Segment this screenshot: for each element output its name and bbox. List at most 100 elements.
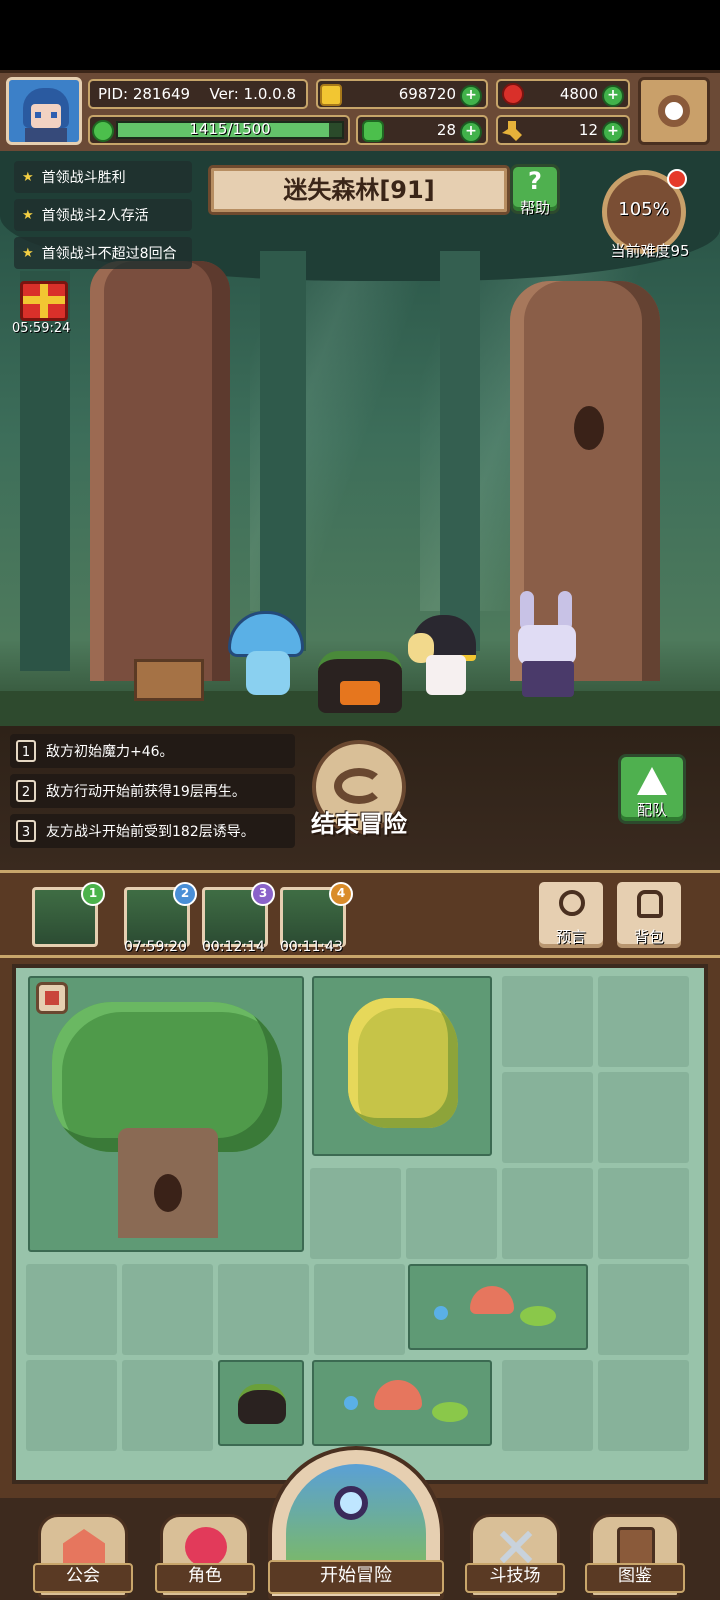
gold-key-icon (502, 121, 522, 141)
effect-number: 2 (16, 780, 36, 802)
nav-character[interactable]: 角色 (155, 1514, 255, 1598)
nav-arena-label: 斗技场 (465, 1563, 565, 1593)
map-badge: 4 (329, 882, 353, 906)
grid-cell[interactable] (502, 1072, 593, 1163)
clover-stamina-icon (92, 120, 114, 142)
key-pill: 12 + (496, 115, 630, 145)
map-slot-2[interactable]: 2 (124, 882, 197, 947)
question-icon: ? (528, 167, 542, 195)
character-portrait-icon (185, 1527, 227, 1567)
end-adventure-label: 结束冒险 (311, 810, 407, 838)
effect-number: 3 (16, 820, 36, 842)
guild-house-icon (63, 1529, 105, 1565)
stamina-pill: 1415/1500 (88, 115, 350, 145)
clover-pill: 28 + (356, 115, 488, 145)
effect-text: 敌方初始魔力+46。 (46, 744, 174, 760)
stage-title: 迷失森林[91] (283, 176, 435, 204)
blue-flower-icon (344, 1396, 358, 1410)
tile-cauldron[interactable] (218, 1360, 304, 1446)
character-bunny-knight[interactable] (512, 591, 592, 701)
map-slot-3[interactable]: 3 (202, 882, 275, 947)
alert-dot (667, 169, 687, 189)
map-slot-1[interactable]: 1 (32, 882, 105, 947)
difficulty-label: 当前难度95 (610, 242, 690, 260)
gem-amount: 4800 (559, 85, 598, 103)
tile-hollow-tree[interactable] (28, 976, 304, 1252)
four-leaf-clover-icon (362, 120, 384, 142)
prophecy-button[interactable]: 预言 (536, 879, 606, 951)
green-plant-icon (520, 1306, 556, 1326)
grid-cell[interactable] (598, 1072, 689, 1163)
gold-amount: 698720 (398, 85, 456, 103)
key-amount: 12 (578, 121, 598, 139)
clover-amount: 28 (436, 121, 456, 139)
grid-cell[interactable] (310, 1168, 401, 1259)
quest-3: ★ 首领战斗不超过8回合 (14, 237, 192, 269)
nav-character-label: 角色 (155, 1563, 255, 1593)
map-slot-4[interactable]: 4 (280, 882, 353, 947)
quest-text: 首领战斗胜利 (41, 170, 126, 186)
red-mushroom-icon (374, 1380, 422, 1410)
map-timer-2: 07:59:20 (124, 939, 187, 955)
gem-pill: 4800 + (496, 79, 630, 109)
gold-coin-icon (320, 84, 342, 106)
ruby-gem-icon (502, 83, 524, 105)
left-tree-trunk (90, 261, 230, 681)
cauldron (318, 651, 402, 713)
top-status-bar: PID: 281649 Ver: 1.0.0.8 698720 + 4800 +… (0, 70, 720, 154)
nav-guild[interactable]: 公会 (33, 1514, 133, 1598)
team-button[interactable]: 配队 (618, 754, 686, 824)
wooden-crate (134, 659, 204, 701)
nav-arena[interactable]: 斗技场 (465, 1514, 565, 1598)
bottom-navigation: 公会 角色 开始冒险 斗技场 图鉴 (0, 1446, 720, 1600)
map-badge: 3 (251, 882, 275, 906)
crystal-ball-icon (559, 890, 585, 916)
nav-codex[interactable]: 图鉴 (585, 1514, 685, 1598)
grid-cell[interactable] (218, 1264, 309, 1355)
book-icon (617, 1527, 655, 1567)
star-icon: ★ (22, 245, 34, 261)
grid-cell[interactable] (122, 1360, 213, 1451)
grid-cell[interactable] (26, 1360, 117, 1451)
exploration-grid (12, 964, 708, 1484)
gold-pill: 698720 + (316, 79, 488, 109)
prophecy-label: 预言 (555, 928, 586, 946)
add-gem-button[interactable]: + (602, 85, 624, 107)
character-witch[interactable] (404, 611, 484, 701)
grid-cell[interactable] (598, 1360, 689, 1451)
grid-cell[interactable] (598, 1264, 689, 1355)
add-gold-button[interactable]: + (460, 85, 482, 107)
help-button[interactable]: ? 帮助 (510, 164, 560, 217)
character-blue-mushroom[interactable] (228, 611, 308, 701)
nav-codex-label: 图鉴 (585, 1563, 685, 1593)
grid-cell[interactable] (26, 1264, 117, 1355)
add-clover-button[interactable]: + (460, 121, 482, 143)
tile-mushrooms[interactable] (312, 1360, 492, 1446)
tile-mushrooms[interactable] (408, 1264, 588, 1350)
blue-flower-icon (434, 1306, 448, 1320)
grid-cell[interactable] (598, 1168, 689, 1259)
grid-cell[interactable] (502, 976, 593, 1067)
map-badge: 2 (173, 882, 197, 906)
camp-marker-icon (36, 982, 68, 1014)
map-timer-3: 00:12:14 (202, 939, 265, 955)
tile-yellow-herb[interactable] (312, 976, 492, 1156)
magnifier-icon (334, 1486, 368, 1520)
grid-cell[interactable] (122, 1264, 213, 1355)
bag-label: 背包 (633, 928, 664, 946)
star-icon: ★ (22, 207, 34, 223)
grid-cell[interactable] (502, 1168, 593, 1259)
grid-cell[interactable] (598, 976, 689, 1067)
player-avatar[interactable] (6, 77, 82, 145)
settings-button[interactable] (638, 77, 710, 145)
green-plant-icon (432, 1402, 468, 1422)
map-timer-4: 00:11:43 (280, 939, 343, 955)
grid-cell[interactable] (502, 1360, 593, 1451)
end-adventure-button[interactable]: 结束冒险 (306, 740, 412, 846)
map-tabs: 1 2 3 4 07:59:20 00:12:14 00:11:43 预言 背包 (0, 870, 720, 958)
grid-cell[interactable] (314, 1264, 405, 1355)
effect-text: 友方战斗开始前受到182层诱导。 (46, 824, 255, 840)
bag-button[interactable]: 背包 (614, 879, 684, 951)
add-key-button[interactable]: + (602, 121, 624, 143)
grid-cell[interactable] (406, 1168, 497, 1259)
